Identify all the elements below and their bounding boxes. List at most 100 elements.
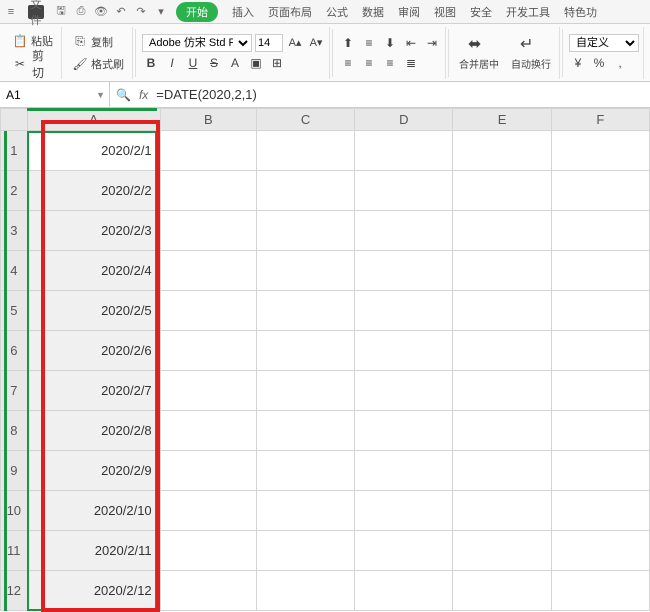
fill-color-button[interactable]: ▣: [247, 54, 265, 72]
cell[interactable]: [551, 411, 649, 451]
cell[interactable]: [256, 451, 354, 491]
cell[interactable]: [453, 251, 551, 291]
cell[interactable]: [160, 451, 256, 491]
cell[interactable]: 2020/2/6: [27, 331, 160, 371]
cell[interactable]: [355, 251, 453, 291]
cell[interactable]: [160, 411, 256, 451]
align-left-icon[interactable]: ≡: [339, 54, 357, 72]
row-header[interactable]: 2: [1, 171, 28, 211]
cell[interactable]: [256, 211, 354, 251]
align-right-icon[interactable]: ≡: [381, 54, 399, 72]
indent-dec-icon[interactable]: ⇤: [402, 34, 420, 52]
cell[interactable]: [355, 491, 453, 531]
cell[interactable]: [256, 331, 354, 371]
cell[interactable]: [551, 131, 649, 171]
indent-inc-icon[interactable]: ⇥: [423, 34, 441, 52]
cell[interactable]: [355, 171, 453, 211]
border-button[interactable]: ⊞: [268, 54, 286, 72]
cell[interactable]: 2020/2/2: [27, 171, 160, 211]
tab-review[interactable]: 审阅: [392, 2, 426, 22]
row-header[interactable]: 1: [1, 131, 28, 171]
cell[interactable]: [453, 131, 551, 171]
redo-icon[interactable]: ↷: [134, 5, 148, 19]
cell[interactable]: [355, 331, 453, 371]
cell[interactable]: [355, 531, 453, 571]
cell[interactable]: [453, 451, 551, 491]
cell[interactable]: [160, 571, 256, 611]
column-header-f[interactable]: F: [551, 109, 649, 131]
cell[interactable]: 2020/2/5: [27, 291, 160, 331]
cell[interactable]: [160, 251, 256, 291]
cell[interactable]: [551, 331, 649, 371]
cell[interactable]: 2020/2/8: [27, 411, 160, 451]
decrease-font-icon[interactable]: A▾: [307, 34, 325, 52]
cell[interactable]: [256, 131, 354, 171]
column-header-d[interactable]: D: [355, 109, 453, 131]
row-header[interactable]: 8: [1, 411, 28, 451]
search-icon[interactable]: 🔍: [116, 88, 131, 102]
cell[interactable]: [256, 411, 354, 451]
italic-button[interactable]: I: [163, 54, 181, 72]
tab-page-layout[interactable]: 页面布局: [262, 2, 318, 22]
cell[interactable]: [256, 371, 354, 411]
cell[interactable]: [160, 131, 256, 171]
strike-button[interactable]: S: [205, 54, 223, 72]
column-header-e[interactable]: E: [453, 109, 551, 131]
tab-formula[interactable]: 公式: [320, 2, 354, 22]
cut-button[interactable]: ✂ 剪切: [8, 53, 53, 75]
cell[interactable]: [551, 251, 649, 291]
cell[interactable]: [256, 571, 354, 611]
cell[interactable]: [355, 211, 453, 251]
merge-center-button[interactable]: ⬌ 合并居中: [455, 34, 503, 71]
save-icon[interactable]: 🖫: [54, 5, 68, 19]
format-painter-button[interactable]: 🖌 格式刷: [68, 54, 128, 74]
row-header[interactable]: 6: [1, 331, 28, 371]
cell[interactable]: [453, 531, 551, 571]
font-family-select[interactable]: Adobe 仿宋 Std R: [142, 34, 252, 52]
cell[interactable]: 2020/2/12: [27, 571, 160, 611]
cell[interactable]: [355, 131, 453, 171]
align-middle-icon[interactable]: ≡: [360, 34, 378, 52]
tab-features[interactable]: 特色功: [558, 2, 603, 22]
comma-icon[interactable]: ,: [611, 54, 629, 72]
row-header[interactable]: 4: [1, 251, 28, 291]
cell[interactable]: [551, 171, 649, 211]
cell[interactable]: [551, 451, 649, 491]
cell[interactable]: [160, 331, 256, 371]
row-header[interactable]: 12: [1, 571, 28, 611]
cell[interactable]: 2020/2/10: [27, 491, 160, 531]
cell[interactable]: [256, 291, 354, 331]
row-header[interactable]: 5: [1, 291, 28, 331]
align-top-icon[interactable]: ⬆: [339, 34, 357, 52]
cell[interactable]: [160, 491, 256, 531]
cell[interactable]: [355, 411, 453, 451]
fx-icon[interactable]: fx: [139, 88, 148, 102]
align-bottom-icon[interactable]: ⬇: [381, 34, 399, 52]
cell[interactable]: [355, 451, 453, 491]
cell[interactable]: [551, 211, 649, 251]
percent-icon[interactable]: %: [590, 54, 608, 72]
cell[interactable]: [355, 371, 453, 411]
tab-view[interactable]: 视图: [428, 2, 462, 22]
cell[interactable]: [160, 291, 256, 331]
cell[interactable]: [453, 411, 551, 451]
cell[interactable]: [551, 291, 649, 331]
tab-data[interactable]: 数据: [356, 2, 390, 22]
cell[interactable]: 2020/2/9: [27, 451, 160, 491]
cell[interactable]: [256, 491, 354, 531]
increase-font-icon[interactable]: A▴: [286, 34, 304, 52]
align-justify-icon[interactable]: ≣: [402, 54, 420, 72]
column-header-c[interactable]: C: [256, 109, 354, 131]
cell[interactable]: [551, 531, 649, 571]
cell-reference-input[interactable]: [6, 88, 76, 102]
cell[interactable]: [551, 491, 649, 531]
cell[interactable]: [551, 571, 649, 611]
row-header[interactable]: 11: [1, 531, 28, 571]
currency-icon[interactable]: ¥: [569, 54, 587, 72]
undo-icon[interactable]: ↶: [114, 5, 128, 19]
cell[interactable]: [453, 371, 551, 411]
column-header-a[interactable]: A: [27, 109, 160, 131]
align-center-icon[interactable]: ≡: [360, 54, 378, 72]
cell[interactable]: [256, 171, 354, 211]
column-header-b[interactable]: B: [160, 109, 256, 131]
